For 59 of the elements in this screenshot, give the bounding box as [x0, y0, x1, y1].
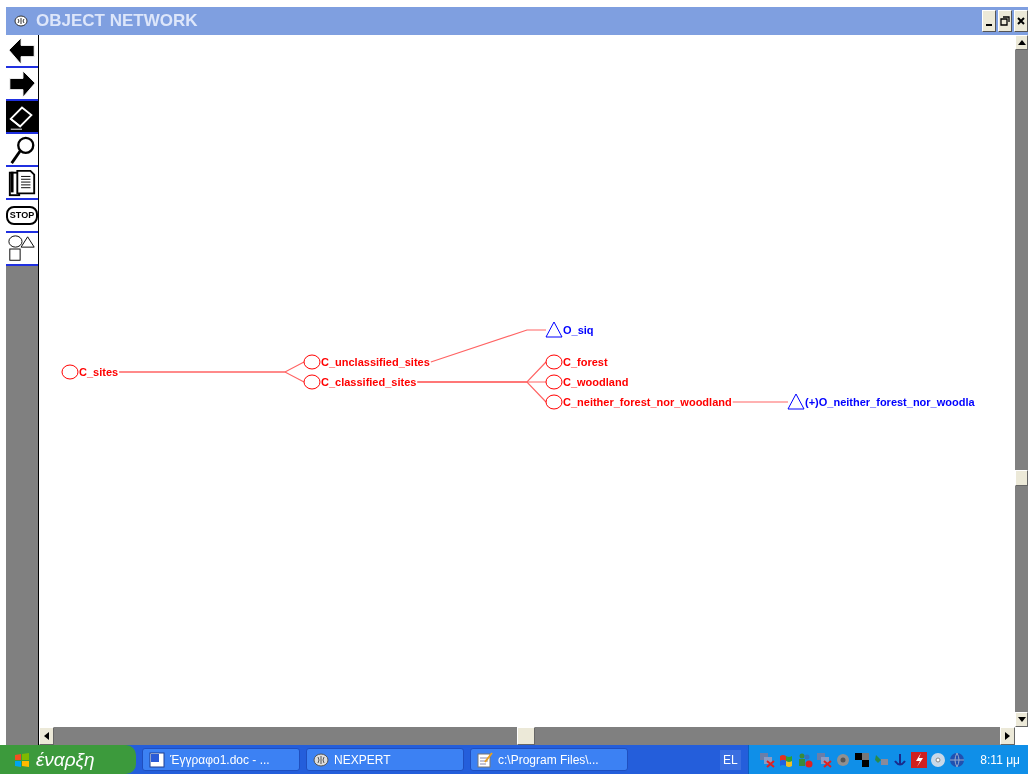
node-label[interactable]: C_neither_forest_nor_woodland [563, 396, 732, 408]
node-label[interactable]: O_siq [563, 324, 594, 336]
brain-icon [313, 751, 329, 768]
clock[interactable]: 8:11 μμ [980, 752, 1020, 767]
restore-button[interactable] [998, 10, 1012, 32]
scroll-up-button[interactable] [1015, 35, 1028, 50]
forward-arrow-button[interactable] [6, 68, 38, 101]
scrollbar-corner [1015, 727, 1028, 745]
connector-line [732, 401, 789, 403]
documents-button[interactable] [6, 167, 38, 200]
brain-icon [14, 15, 28, 27]
circle-icon[interactable] [61, 364, 79, 380]
eraser-button[interactable] [6, 101, 38, 134]
circle-icon[interactable] [303, 374, 321, 390]
shapes-button[interactable] [6, 233, 38, 266]
taskbar-button[interactable]: NEXPERT [306, 748, 464, 771]
node-label[interactable]: C_forest [563, 356, 608, 368]
close-button[interactable] [1014, 10, 1028, 32]
taskbar-button[interactable]: c:\Program Files\... [470, 748, 628, 771]
globe-icon[interactable] [949, 751, 966, 768]
circle-icon[interactable] [303, 354, 321, 370]
windows-logo-icon [14, 751, 30, 768]
anchor-icon[interactable] [892, 751, 909, 768]
close-icon [1016, 16, 1026, 26]
checker-icon[interactable] [854, 751, 871, 768]
scroll-left-button[interactable] [39, 727, 54, 745]
circle-icon[interactable] [545, 354, 563, 370]
window-title: OBJECT NETWORK [36, 11, 198, 31]
scroll-right-button[interactable] [1000, 727, 1015, 745]
stop-button[interactable]: STOP [6, 200, 38, 233]
down-triangle-icon [1017, 717, 1026, 722]
lightning-icon[interactable] [911, 751, 928, 768]
left-triangle-icon [44, 732, 49, 740]
circle-icon[interactable] [545, 394, 563, 410]
node-label[interactable]: (+)O_neither_forest_nor_woodla [805, 396, 975, 408]
node-label[interactable]: C_classified_sites [321, 376, 417, 388]
scroll-down-button[interactable] [1015, 712, 1028, 727]
horizontal-scrollbar[interactable] [39, 727, 1028, 745]
magnifier-button[interactable] [6, 134, 38, 167]
triangle-icon[interactable] [545, 321, 563, 338]
start-button[interactable]: έναρξη [0, 745, 136, 774]
scroll-thumb[interactable] [517, 727, 535, 745]
notepad-icon [477, 751, 493, 768]
vertical-scrollbar[interactable] [1015, 35, 1028, 727]
taskbar-button[interactable]: Έγγραφο1.doc - ... [142, 748, 300, 771]
right-triangle-icon [1005, 732, 1010, 740]
triangle-icon[interactable] [787, 393, 805, 410]
language-indicator[interactable]: EL [720, 749, 741, 770]
up-triangle-icon [1017, 40, 1026, 45]
minimize-button[interactable] [982, 10, 996, 32]
minimize-icon [986, 24, 992, 26]
node-label[interactable]: C_sites [79, 366, 119, 378]
scroll-thumb[interactable] [1015, 470, 1028, 486]
node-label[interactable]: C_unclassified_sites [321, 356, 430, 368]
restore-icon [1000, 16, 1010, 26]
document-icon [149, 751, 165, 768]
node-label[interactable]: C_woodland [563, 376, 629, 388]
circle-icon[interactable] [545, 374, 563, 390]
back-arrow-button[interactable] [6, 35, 38, 68]
